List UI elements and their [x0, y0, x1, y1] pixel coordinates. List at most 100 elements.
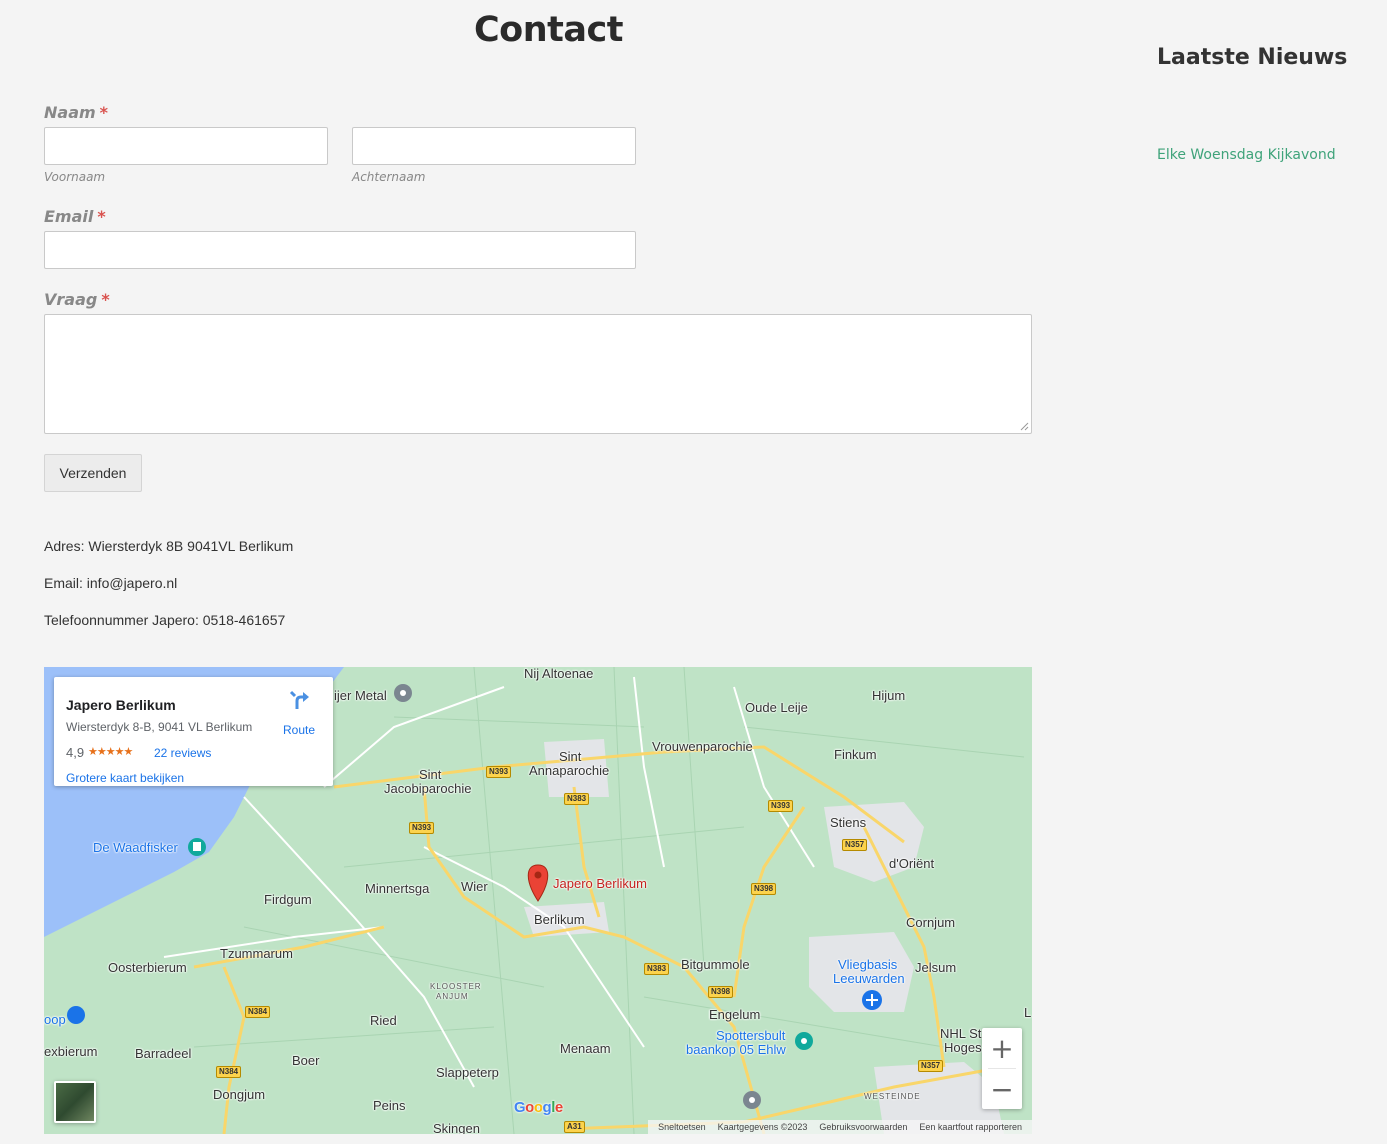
place-label: Wier	[461, 879, 488, 894]
place-label: exbierum	[44, 1044, 98, 1059]
place-label: Slappeterp	[436, 1065, 499, 1080]
road-badge: N393	[768, 800, 794, 812]
email-input[interactable]	[44, 231, 636, 269]
place-label: Jelsum	[915, 960, 957, 975]
place-label: Jacobiparochie	[384, 781, 472, 796]
keyboard-shortcuts-link[interactable]: Sneltoetsen	[658, 1122, 706, 1132]
place-label: L	[1024, 1005, 1032, 1020]
last-name-sublabel: Achternaam	[352, 170, 426, 184]
required-mark: *	[99, 103, 109, 122]
place-label: Skingen	[433, 1121, 480, 1135]
route-link[interactable]: Route	[283, 723, 315, 737]
news-link[interactable]: Elke Woensdag Kijkavond	[1157, 147, 1336, 163]
page-title: Contact	[474, 10, 623, 50]
place-label: Hoges	[944, 1040, 982, 1055]
resize-grip-icon[interactable]	[1020, 422, 1029, 431]
place-label: Sint	[419, 767, 442, 782]
place-label: oop	[44, 1012, 66, 1027]
road-badge: N383	[564, 793, 590, 805]
place-label: Engelum	[709, 1007, 761, 1022]
place-label: Vrouwenparochie	[652, 739, 753, 754]
place-label: Bitgummole	[681, 957, 750, 972]
place-label: ANJUM	[436, 992, 469, 1001]
poi-bottom[interactable]	[743, 1091, 761, 1109]
place-label: Stiens	[830, 815, 867, 830]
place-label: Firdgum	[264, 892, 312, 907]
place-info-card: Japero Berlikum Wiersterdyk 8-B, 9041 VL…	[54, 677, 333, 786]
place-label: Boer	[292, 1053, 320, 1068]
first-name-input[interactable]	[44, 127, 328, 165]
question-textarea[interactable]	[44, 314, 1032, 434]
place-label: Oude Leije	[745, 700, 808, 715]
road-badge: N383	[644, 963, 670, 975]
place-label: Berlikum	[534, 912, 585, 927]
place-name: Japero Berlikum	[66, 697, 176, 713]
google-map[interactable]: Nij Altoenae Hijum Oude Leije Sint Annap…	[44, 667, 1032, 1134]
zoom-control: + −	[982, 1028, 1022, 1109]
place-label: Peins	[373, 1098, 406, 1113]
place-label: Sint	[559, 749, 582, 764]
required-mark: *	[97, 207, 106, 226]
larger-map-link[interactable]: Grotere kaart bekijken	[66, 771, 184, 785]
contact-address: Adres: Wiersterdyk 8B 9041VL Berlikum	[44, 538, 294, 554]
road-badge: N398	[708, 986, 734, 998]
road-badge: N398	[751, 883, 777, 895]
location-marker[interactable]	[527, 864, 549, 902]
sidebar-title: Laatste Nieuws	[1157, 45, 1348, 70]
road-badge: N357	[842, 839, 868, 851]
place-label: Nij Altoenae	[524, 667, 594, 681]
map-data-text: Kaartgegevens ©2023	[717, 1122, 808, 1132]
place-label: Vliegbasis	[838, 957, 898, 972]
poi-airport[interactable]	[862, 990, 882, 1010]
place-label: Menaam	[560, 1041, 611, 1056]
question-label: Vraag *	[44, 290, 110, 309]
email-label: Email *	[44, 207, 106, 226]
poi-metal[interactable]	[394, 684, 412, 702]
road-badge: N393	[486, 766, 512, 778]
poi-spottersbult[interactable]	[795, 1032, 813, 1050]
contact-phone: Telefoonnummer Japero: 0518-461657	[44, 612, 286, 628]
place-label: d'Oriënt	[889, 856, 935, 871]
place-label: Hijum	[872, 688, 906, 703]
place-label: Ried	[370, 1013, 397, 1028]
last-name-input[interactable]	[352, 127, 636, 165]
contact-email: Email: info@japero.nl	[44, 575, 178, 591]
marker-label[interactable]: Japero Berlikum	[553, 877, 647, 891]
poi-waadfisker[interactable]	[188, 838, 206, 856]
road-badge: A31	[564, 1121, 585, 1133]
place-label: De Waadfisker	[93, 840, 178, 855]
place-label: ijer Metal	[334, 688, 387, 703]
place-label: NHL St	[940, 1026, 982, 1041]
directions-icon[interactable]	[288, 689, 310, 711]
report-error-link[interactable]: Een kaartfout rapporteren	[919, 1122, 1022, 1132]
place-label: Finkum	[834, 747, 877, 762]
place-label: Dongjum	[213, 1087, 266, 1102]
google-logo: Google	[514, 1099, 563, 1116]
satellite-toggle-button[interactable]	[54, 1081, 96, 1123]
poi-left[interactable]	[67, 1006, 85, 1024]
place-rating: 4,9	[66, 745, 85, 760]
reviews-link[interactable]: 22 reviews	[154, 746, 211, 760]
road-badge: N384	[216, 1066, 242, 1078]
zoom-out-button[interactable]: −	[982, 1069, 1022, 1109]
zoom-in-button[interactable]: +	[982, 1028, 1022, 1068]
map-footer: Sneltoetsen Kaartgegevens ©2023 Gebruiks…	[648, 1120, 1032, 1134]
road-badge: N357	[918, 1060, 944, 1072]
place-label: Minnertsga	[365, 881, 430, 896]
place-label: Spottersbult	[716, 1028, 786, 1043]
road-badge: N384	[245, 1006, 271, 1018]
rating-stars-icon: ★★★★★	[88, 746, 133, 758]
first-name-sublabel: Voornaam	[44, 170, 106, 184]
place-label: Annaparochie	[529, 763, 610, 778]
place-label: Tzummarum	[220, 946, 293, 961]
place-label: Cornjum	[906, 915, 956, 930]
place-label: Leeuwarden	[833, 971, 905, 986]
place-label: baankop 05 Ehlw	[686, 1042, 786, 1057]
place-label: Oosterbierum	[108, 960, 187, 975]
place-label: WESTEINDE	[864, 1092, 921, 1101]
name-label: Naam *	[44, 103, 109, 122]
terms-link[interactable]: Gebruiksvoorwaarden	[819, 1122, 907, 1132]
required-mark: *	[101, 290, 110, 309]
submit-button[interactable]: Verzenden	[44, 454, 142, 492]
place-address: Wiersterdyk 8-B, 9041 VL Berlikum	[66, 720, 253, 734]
